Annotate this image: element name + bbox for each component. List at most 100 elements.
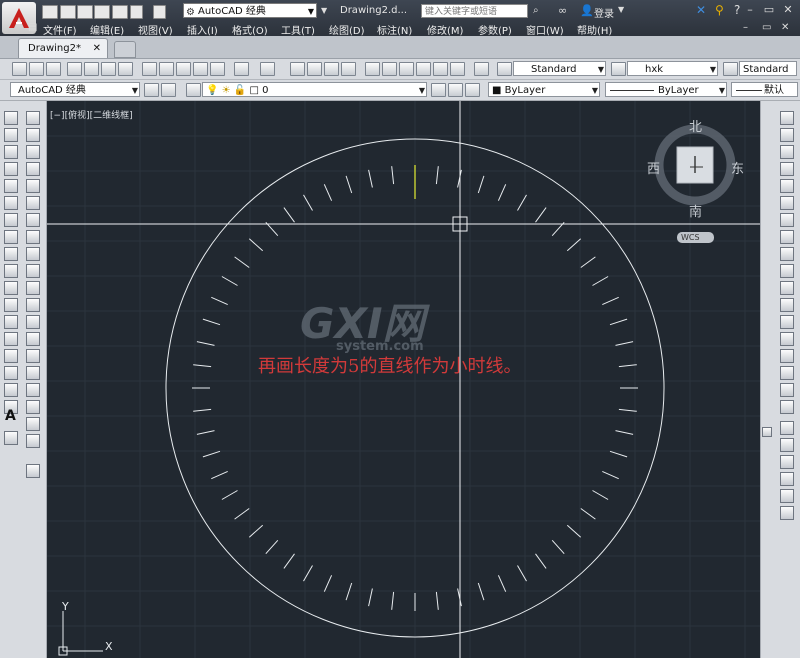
layer-previous-icon[interactable]	[448, 83, 463, 97]
save-toolbar-icon[interactable]	[46, 62, 61, 76]
undo-toolbar-icon[interactable]	[234, 62, 249, 76]
match-properties-icon[interactable]	[193, 62, 208, 76]
publish-icon[interactable]	[101, 62, 116, 76]
restore-icon[interactable]: ▭	[760, 3, 778, 16]
fillet-icon[interactable]	[26, 349, 40, 363]
viewcube-east-label[interactable]: 东	[731, 158, 744, 177]
menu-view[interactable]: 视图(V)	[138, 22, 173, 37]
offset-icon[interactable]	[26, 162, 40, 176]
help-icon[interactable]: ⚲	[715, 3, 724, 17]
viewcube-west-label[interactable]: 西	[647, 158, 660, 177]
close-tab-icon[interactable]: ✕	[93, 39, 101, 59]
app-menu-icon[interactable]: ▤	[28, 22, 37, 33]
tab-drawing2[interactable]: Drawing2* ✕	[18, 38, 108, 58]
redo-icon[interactable]	[153, 5, 166, 19]
region-icon[interactable]	[4, 383, 18, 397]
bring-above-icon[interactable]	[780, 455, 794, 469]
menu-insert[interactable]: 插入(I)	[187, 22, 218, 37]
doc-restore-icon[interactable]: ▭	[762, 22, 771, 33]
new-tab-button[interactable]	[114, 41, 136, 58]
menu-edit[interactable]: 编辑(E)	[90, 22, 124, 37]
menu-dimension[interactable]: 标注(N)	[377, 22, 412, 37]
table-style-icon[interactable]	[723, 62, 738, 76]
qnew-icon[interactable]	[12, 62, 27, 76]
multiline-text-icon[interactable]: A	[5, 408, 16, 424]
customize-icon[interactable]	[161, 83, 176, 97]
login-dropdown-icon[interactable]: ▼	[618, 5, 624, 14]
minimize-icon[interactable]: –	[741, 3, 759, 16]
rotate-right-icon[interactable]	[780, 213, 794, 227]
draw-order-front-icon[interactable]	[780, 421, 794, 435]
zoom-window-icon[interactable]	[324, 62, 339, 76]
zoom-previous-icon[interactable]	[341, 62, 356, 76]
open-file-icon[interactable]	[60, 5, 76, 19]
lineweight-dropdown[interactable]: 默认	[731, 82, 798, 97]
ellipse-arc-icon[interactable]	[4, 281, 18, 295]
layer-properties-icon[interactable]	[186, 83, 201, 97]
user-icon[interactable]: 👤	[580, 4, 594, 17]
join-right-icon[interactable]	[780, 332, 794, 346]
cut-icon[interactable]	[142, 62, 157, 76]
zoom-realtime-icon[interactable]	[307, 62, 322, 76]
color-dropdown[interactable]: ■ ByLayer ▼	[488, 82, 600, 97]
save-as-icon[interactable]	[94, 5, 110, 19]
join-icon[interactable]	[26, 315, 40, 329]
dim-style-icon[interactable]	[611, 62, 626, 76]
text-style-icon[interactable]	[497, 62, 512, 76]
gradient-icon[interactable]	[4, 366, 18, 380]
quick-access-dropdown-icon[interactable]: ▼	[321, 6, 327, 15]
hatch-to-back-icon[interactable]	[780, 506, 794, 520]
dim-style-dropdown[interactable]: hxk ▼	[627, 61, 718, 76]
make-current-layer-icon[interactable]	[431, 83, 446, 97]
drawing-canvas[interactable]	[47, 101, 760, 658]
send-under-icon[interactable]	[780, 472, 794, 486]
markup-icon[interactable]	[433, 62, 448, 76]
rotate-icon[interactable]	[26, 213, 40, 227]
move-icon[interactable]	[26, 196, 40, 210]
table-style-dropdown[interactable]: Standard	[739, 61, 797, 76]
ellipse-icon[interactable]	[4, 264, 18, 278]
erase-icon[interactable]	[26, 111, 40, 125]
close-icon[interactable]: ✕	[779, 3, 797, 16]
chamfer-right-icon[interactable]	[780, 349, 794, 363]
exchange-icon[interactable]: ✕	[696, 3, 706, 17]
dimension-radius-icon[interactable]	[26, 434, 40, 448]
workspace-settings-icon[interactable]	[144, 83, 159, 97]
new-file-icon[interactable]	[42, 5, 58, 19]
make-block-icon[interactable]	[4, 315, 18, 329]
binoculars-icon[interactable]: ∞	[558, 4, 567, 17]
line-icon[interactable]	[4, 111, 18, 125]
arc-icon[interactable]	[4, 196, 18, 210]
break-right-icon[interactable]	[780, 315, 794, 329]
measure-icon[interactable]	[26, 383, 40, 397]
construction-line-icon[interactable]	[4, 128, 18, 142]
trim-right-icon[interactable]	[780, 264, 794, 278]
tool-palettes-icon[interactable]	[399, 62, 414, 76]
stretch-right-icon[interactable]	[780, 247, 794, 261]
properties-icon[interactable]	[365, 62, 380, 76]
point-icon[interactable]	[4, 332, 18, 346]
polyline-icon[interactable]	[4, 145, 18, 159]
edit-text-icon[interactable]	[26, 464, 40, 478]
chamfer-icon[interactable]	[26, 332, 40, 346]
polygon-icon[interactable]	[4, 162, 18, 176]
redo-toolbar-icon[interactable]	[260, 62, 275, 76]
quickcalc-icon[interactable]	[450, 62, 465, 76]
offset-right-icon[interactable]	[780, 162, 794, 176]
revision-cloud-icon[interactable]	[4, 230, 18, 244]
menu-file[interactable]: 文件(F)	[43, 22, 77, 37]
draw-order-back-icon[interactable]	[780, 438, 794, 452]
copy-right-icon[interactable]	[780, 128, 794, 142]
viewcube[interactable]	[654, 124, 736, 206]
menu-parametric[interactable]: 参数(P)	[478, 22, 512, 37]
layer-dropdown[interactable]: 💡 ☀ 🔓 □ 0 ▼	[202, 82, 427, 97]
doc-close-icon[interactable]: ✕	[781, 22, 789, 33]
plot-icon[interactable]	[67, 62, 82, 76]
design-center-icon[interactable]	[382, 62, 397, 76]
scale-right-icon[interactable]	[780, 230, 794, 244]
menu-tools[interactable]: 工具(T)	[281, 22, 315, 37]
viewcube-south-label[interactable]: 南	[689, 201, 702, 220]
3d-dwf-icon[interactable]	[118, 62, 133, 76]
help-question-icon[interactable]: ?	[734, 3, 740, 17]
blend-curves-icon[interactable]	[780, 383, 794, 397]
